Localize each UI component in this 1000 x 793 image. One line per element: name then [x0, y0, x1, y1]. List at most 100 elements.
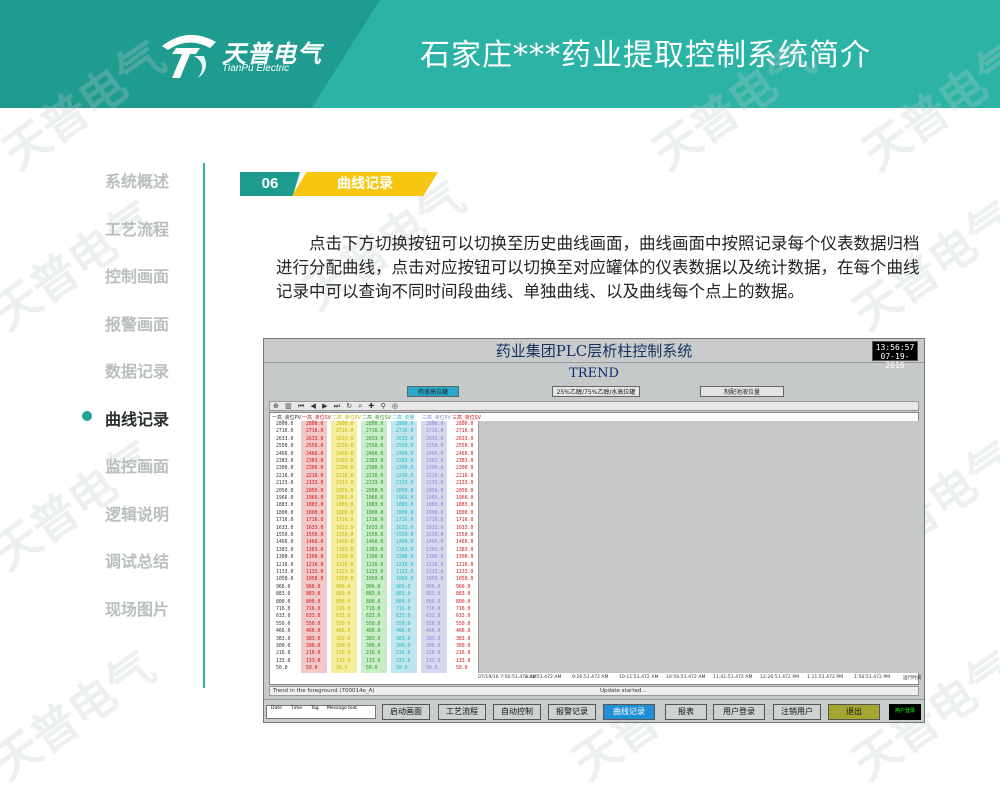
- trend-column-header[interactable]: 一高_液位SV: [302, 414, 331, 421]
- nav-item-9[interactable]: 现场图片: [105, 596, 169, 620]
- hmi-nav-button[interactable]: 注销用户: [773, 704, 821, 720]
- tab-ethanol-tanks[interactable]: 25%乙醇/75%乙醇/水高位罐: [552, 386, 640, 397]
- trend-axis-value: 1383.0: [306, 547, 324, 553]
- x-axis-tick-label: 10:11:51.472 AM: [619, 675, 659, 680]
- trend-axis-value: 2466.0: [276, 451, 294, 457]
- trend-axis-value: 966.0: [336, 584, 351, 590]
- trend-axis-value: 216.0: [426, 651, 441, 657]
- hmi-nav-button[interactable]: 启动画面: [382, 704, 430, 720]
- hmi-nav-button[interactable]: 工艺流程: [438, 704, 486, 720]
- trend-axis-value: 2466.0: [456, 451, 474, 457]
- hmi-screenshot: 药业集团PLC层析柱控制系统 13:56:57 07-19-2016 TREND…: [263, 338, 925, 723]
- trend-axis-value: 1800.0: [336, 510, 354, 516]
- x-axis-unit-label: 运行时间: [903, 676, 922, 681]
- trend-axis-value: 2133.0: [396, 481, 414, 487]
- nav-item-0[interactable]: 系统概述: [105, 168, 169, 192]
- trend-axis-value: 1133.0: [336, 570, 354, 575]
- trend-axis-value: 966.0: [396, 584, 411, 590]
- trend-axis-value: 2133.0: [426, 481, 444, 487]
- hmi-nav-button[interactable]: 报表: [665, 704, 707, 720]
- trend-axis-value: 633.0: [336, 614, 351, 620]
- nav-item-1[interactable]: 工艺流程: [105, 216, 169, 240]
- hmi-nav-button[interactable]: 曲线记录: [603, 704, 655, 720]
- trend-axis-value: 1550.0: [366, 533, 384, 538]
- trend-axis-value: 2383.0: [336, 459, 354, 464]
- trend-axis-value: 1050.0: [336, 577, 354, 583]
- trend-axis-value: 2300.0: [306, 466, 324, 472]
- trend-axis-value: 2466.0: [366, 451, 384, 457]
- trend-axis-value: 550.0: [366, 621, 381, 627]
- trend-axis-value: 2716.0: [456, 429, 474, 435]
- trend-axis-value: 2550.0: [306, 444, 324, 450]
- trend-axis-value: 2800.0: [396, 422, 414, 427]
- tab-tank-high[interactable]: 药液高位罐: [407, 386, 459, 397]
- trend-plot[interactable]: 07/19/16 7:56:51.472 AM 8:41:51.472 AM 9:2…: [269, 412, 922, 685]
- trend-axis-value: 1050.0: [396, 577, 414, 583]
- trend-axis-value: 216.0: [396, 651, 411, 657]
- trend-axis-value: 1216.0: [426, 562, 444, 568]
- trend-axis-value: 2216.0: [426, 473, 444, 479]
- alarm-column-header: Time: [291, 706, 303, 711]
- trend-column-header[interactable]: 三高_液位SV: [452, 414, 481, 421]
- nav-item-8[interactable]: 调试总结: [105, 548, 169, 572]
- trend-axis-value: 2300.0: [366, 466, 384, 472]
- nav-item-4[interactable]: 数据记录: [105, 358, 169, 382]
- trend-status-bar: Trend in the foreground (700014e_A) Upda…: [269, 686, 919, 696]
- trend-axis-value: 2300.0: [396, 466, 414, 472]
- trend-axis-value: 2133.0: [336, 481, 354, 487]
- trend-axis-value: 1800.0: [396, 510, 414, 516]
- hmi-nav-button[interactable]: 报警记录: [548, 704, 596, 720]
- trend-axis-value: 1466.0: [426, 540, 444, 546]
- status-left-text: Trend in the foreground (700014e_A): [273, 688, 375, 694]
- nav-item-2[interactable]: 控制画面: [105, 263, 169, 287]
- nav-item-6[interactable]: 监控画面: [105, 453, 169, 477]
- trend-axis-value: 633.0: [276, 614, 291, 620]
- trend-axis-value: 1466.0: [396, 540, 414, 546]
- trend-axis-value: 300.0: [306, 644, 321, 649]
- trend-axis-value: 633.0: [426, 614, 441, 620]
- trend-axis-value: 1050.0: [276, 577, 294, 583]
- trend-axis-value: 966.0: [366, 584, 381, 590]
- nav-item-3[interactable]: 报警画面: [105, 311, 169, 335]
- trend-axis-value: 383.0: [306, 636, 321, 642]
- nav-item-5[interactable]: 曲线记录: [105, 406, 169, 430]
- trend-column-header[interactable]: 三高_液位PV: [422, 414, 451, 421]
- x-axis-tick-label: 10:56:51.472 AM: [666, 675, 706, 680]
- hmi-nav-button[interactable]: 用户登录: [713, 704, 765, 720]
- trend-column-header[interactable]: 一高_液位PV: [272, 414, 301, 421]
- trend-axis-value: 300.0: [396, 644, 411, 649]
- tab-mixing-pool[interactable]: 制配池液位量: [700, 386, 784, 397]
- trend-axis-value: 800.0: [426, 599, 441, 605]
- trend-column-header[interactable]: 二高_液位SV: [362, 414, 391, 421]
- trend-axis-value: 716.0: [366, 607, 381, 612]
- trend-column-header[interactable]: 二高_流量: [392, 414, 415, 421]
- trend-axis-value: 2550.0: [366, 444, 384, 450]
- trend-axis-value: 1133.0: [306, 570, 324, 575]
- trend-axis-value: 2800.0: [366, 422, 384, 427]
- trend-axis-value: 716.0: [276, 607, 291, 612]
- hmi-nav-button[interactable]: 自动控制: [493, 704, 541, 720]
- trend-axis-value: 1466.0: [306, 540, 324, 546]
- trend-column-header[interactable]: 二高_液位PV: [332, 414, 361, 421]
- trend-axis-value: 2050.0: [276, 488, 294, 494]
- trend-axis-value: 2216.0: [336, 473, 354, 479]
- x-axis-tick-label: 8:41:51.472 AM: [525, 675, 562, 680]
- nav-item-7[interactable]: 逻辑说明: [105, 501, 169, 525]
- trend-axis-value: 716.0: [396, 607, 411, 612]
- trend-axis-value: 466.0: [306, 629, 321, 635]
- trend-axis-value: 2050.0: [456, 488, 474, 494]
- trend-toolbar[interactable]: ⊕ ▥ ⏮ ◀ ▶ ⏭ ↻ ⌕ ✚ ⚲ ◎: [269, 401, 919, 411]
- trend-axis-value: 2550.0: [396, 444, 414, 450]
- trend-axis-value: 1550.0: [456, 533, 474, 538]
- hmi-nav-button[interactable]: 退出: [828, 704, 880, 720]
- trend-axis-value: 1216.0: [306, 562, 324, 568]
- trend-plot-area[interactable]: [478, 421, 920, 673]
- trend-axis-value: 1966.0: [396, 496, 414, 501]
- trend-axis-value: 800.0: [456, 599, 471, 605]
- trend-axis-value: 300.0: [366, 644, 381, 649]
- trend-axis-value: 633.0: [396, 614, 411, 620]
- trend-axis-value: 1383.0: [456, 547, 474, 553]
- trend-axis-value: 550.0: [456, 621, 471, 627]
- trend-axis-value: 1133.0: [456, 570, 474, 575]
- trend-axis-value: 1300.0: [336, 555, 354, 561]
